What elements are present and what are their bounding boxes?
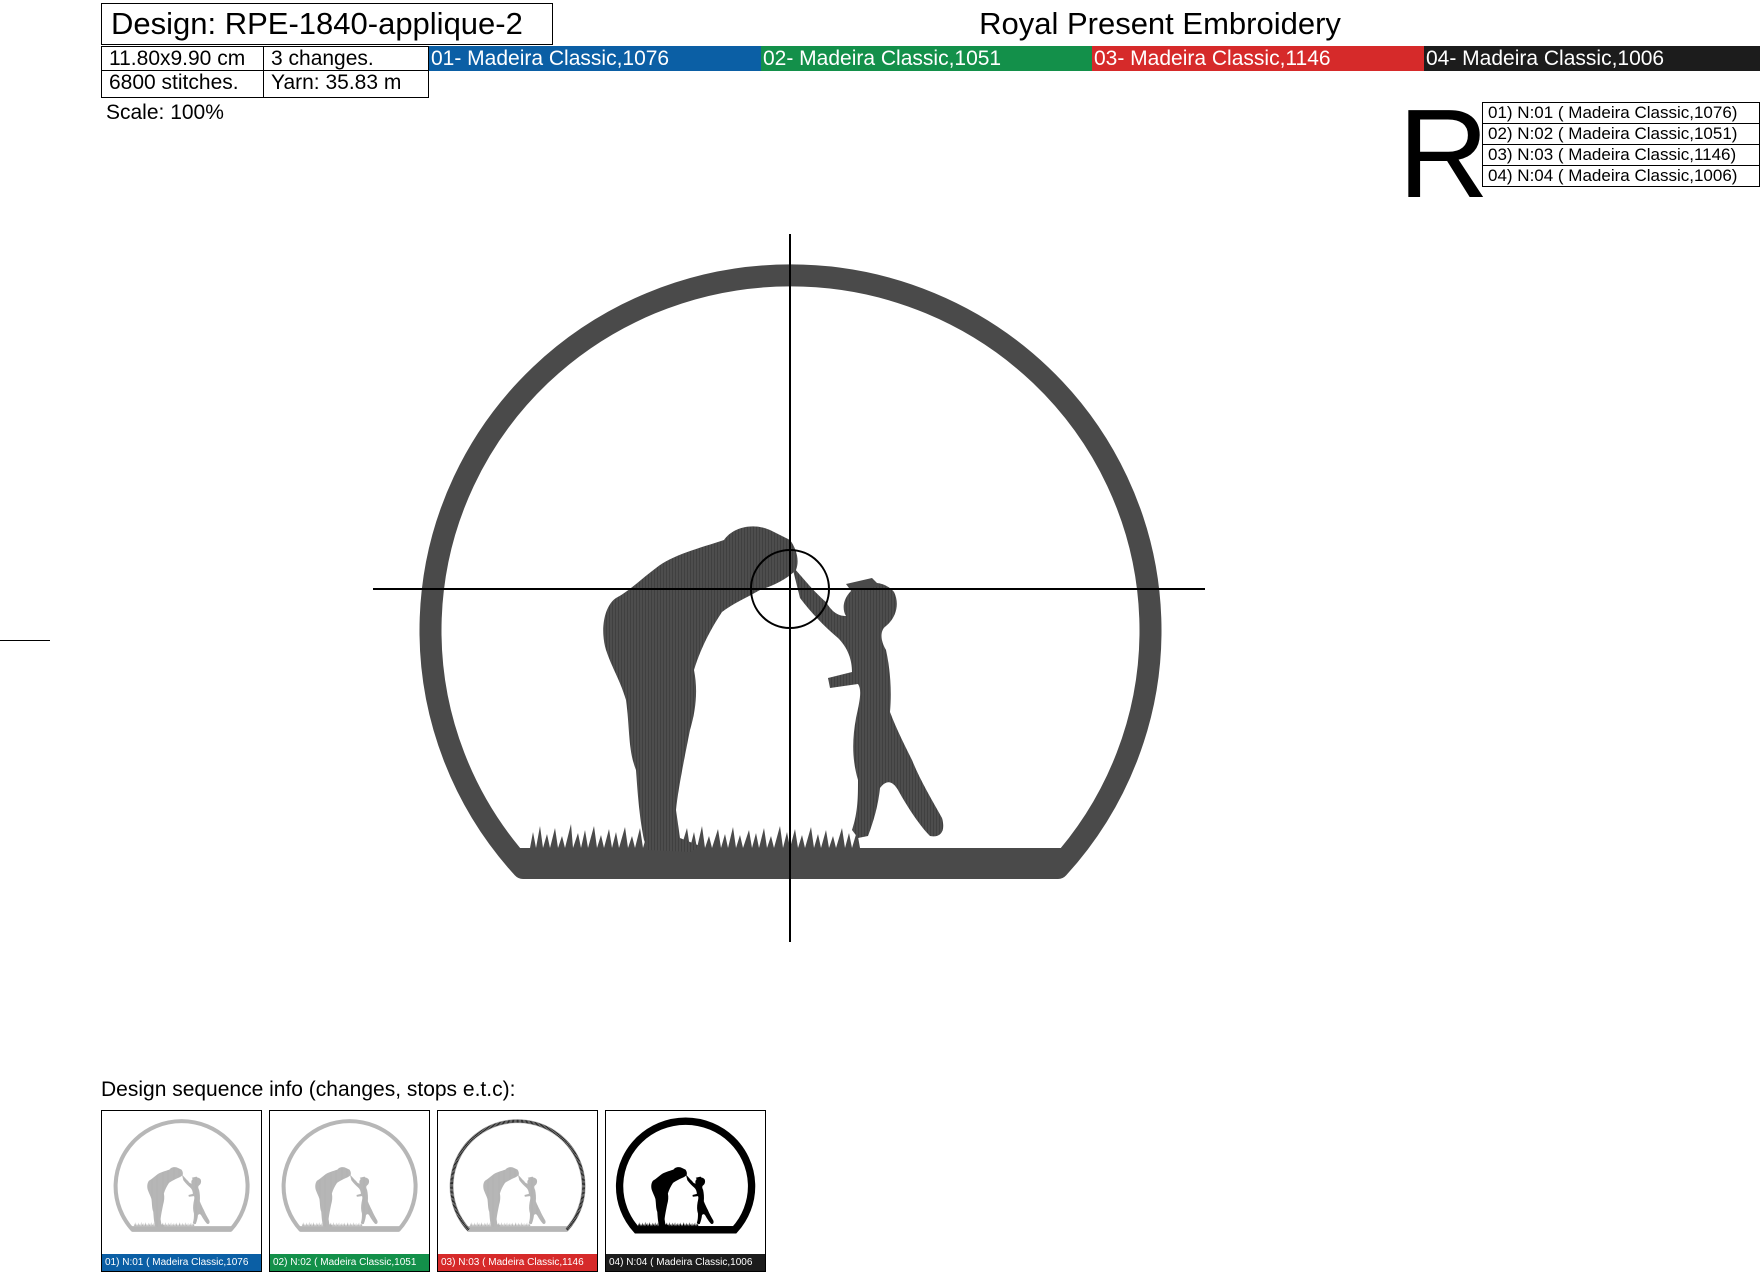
legend-row-1: 01) N:01 ( Madeira Classic,1076)	[1483, 103, 1759, 124]
yarn-cell: Yarn: 35.83 m	[263, 70, 429, 98]
thread-bar-1: 01- Madeira Classic,1076	[429, 46, 761, 71]
thread-bar-3: 03- Madeira Classic,1146	[1092, 46, 1424, 71]
scale-label: Scale: 100%	[106, 101, 224, 124]
thread-bar-4: 04- Madeira Classic,1006	[1424, 46, 1760, 71]
size-cell: 11.80x9.90 cm	[101, 46, 264, 71]
legend-row-3: 03) N:03 ( Madeira Classic,1146)	[1483, 145, 1759, 166]
step-3-thumbnail	[438, 1111, 597, 1254]
brand-name: Royal Present Embroidery	[979, 6, 1341, 41]
sequence-step-2: 02) N:02 ( Madeira Classic,1051	[269, 1110, 430, 1272]
legend-row-2: 02) N:02 ( Madeira Classic,1051)	[1483, 124, 1759, 145]
rotation-letter: R	[1398, 83, 1489, 224]
changes-cell: 3 changes.	[263, 46, 429, 71]
step-1-thumbnail	[102, 1111, 261, 1254]
sequence-step-1: 01) N:01 ( Madeira Classic,1076	[101, 1110, 262, 1272]
legend-row-4: 04) N:04 ( Madeira Classic,1006)	[1488, 166, 1738, 185]
step-2-thumbnail	[270, 1111, 429, 1254]
step-4-thumbnail	[615, 1117, 756, 1234]
design-title: Design: RPE-1840-applique-2	[101, 3, 553, 45]
step-1-caption: 01) N:01 ( Madeira Classic,1076	[102, 1254, 261, 1271]
step-3-caption: 03) N:03 ( Madeira Classic,1146	[438, 1254, 597, 1271]
sequence-step-4: 04) N:04 ( Madeira Classic,1006	[605, 1110, 766, 1272]
stitches-cell: 6800 stitches.	[101, 70, 264, 98]
sequence-title: Design sequence info (changes, stops e.t…	[101, 1078, 516, 1101]
step-2-caption: 02) N:02 ( Madeira Classic,1051	[270, 1254, 429, 1271]
sequence-step-3: 03) N:03 ( Madeira Classic,1146	[437, 1110, 598, 1272]
step-4-caption: 04) N:04 ( Madeira Classic,1006	[606, 1254, 765, 1271]
thread-legend: 01) N:01 ( Madeira Classic,1076) 02) N:0…	[1482, 102, 1760, 187]
edge-tick	[0, 640, 50, 641]
thread-bar-2: 02- Madeira Classic,1051	[761, 46, 1092, 71]
design-preview	[373, 234, 1205, 942]
